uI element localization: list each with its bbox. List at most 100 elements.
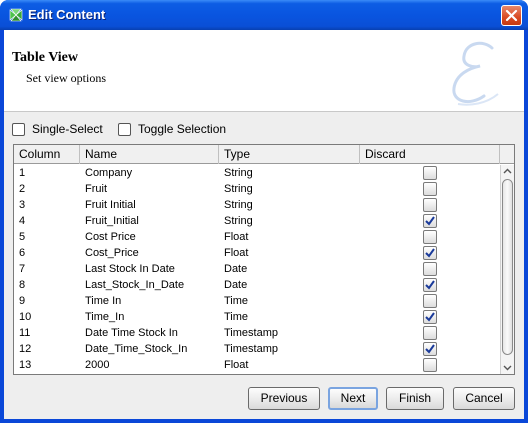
column-header-discard[interactable]: Discard [360,145,500,164]
cell-name: Last Stock In Date [85,263,175,275]
cell-type: Float [224,359,249,371]
cell-name: Cost_Price [85,247,139,259]
discard-checkbox[interactable] [423,182,437,196]
table-row[interactable]: 11 Date Time Stock In Timestamp [14,325,500,341]
table-row[interactable]: 7 Last Stock In Date Date [14,261,500,277]
discard-checkbox[interactable] [423,358,437,372]
cell-name: Fruit Initial [85,199,136,211]
app-icon [8,7,24,23]
cell-name: Time In [85,295,122,307]
discard-checkbox[interactable] [423,310,437,324]
columns-table: Column Name Type Discard 1 Company String 2… [13,144,515,375]
page-title: Table View [12,50,78,65]
cell-column-number: 8 [19,279,26,291]
toggle-selection-option[interactable]: Toggle Selection [118,120,226,138]
discard-checkbox[interactable] [423,246,437,260]
discard-checkbox[interactable] [423,198,437,212]
window-title: Edit Content [28,7,106,22]
single-select-option[interactable]: Single-Select [12,120,103,138]
discard-checkbox[interactable] [423,278,437,292]
cell-name: Date Time Stock In [85,327,178,339]
table-row[interactable]: 13 2000 Float [14,357,500,373]
single-select-label: Single-Select [32,122,103,136]
scrollbar-thumb[interactable] [502,179,513,355]
cell-type: String [224,199,253,211]
checkmark-icon [425,344,435,354]
table-row[interactable]: 10 Time_In Time [14,309,500,325]
table-row[interactable]: 9 Time In Time [14,293,500,309]
checkmark-icon [425,312,435,322]
table-row[interactable]: 6 Cost_Price Float [14,245,500,261]
scroll-down-arrow-icon[interactable] [501,361,514,374]
column-header-name[interactable]: Name [80,145,219,164]
cell-name: Date_Time_Stock_In [85,343,188,355]
checkmark-icon [425,216,435,226]
table-row[interactable]: 1 Company String [14,165,500,181]
table-row[interactable]: 4 Fruit_Initial String [14,213,500,229]
cell-name: Fruit_Initial [85,215,139,227]
cell-column-number: 3 [19,199,26,211]
cell-column-number: 5 [19,231,26,243]
next-button[interactable]: Next [328,387,378,410]
cell-column-number: 2 [19,183,26,195]
cell-type: Float [224,247,249,259]
dialog-body: Table View Set view options Single-Selec… [4,30,524,419]
cell-name: Company [85,167,133,179]
cell-column-number: 4 [19,215,26,227]
scroll-up-arrow-icon[interactable] [501,165,514,178]
discard-checkbox[interactable] [423,294,437,308]
close-button[interactable] [501,5,522,26]
cell-type: Date [224,279,248,291]
cell-column-number: 10 [19,311,32,323]
table-row[interactable]: 2 Fruit String [14,181,500,197]
column-header-column[interactable]: Column [14,145,80,164]
table-row[interactable]: 3 Fruit Initial String [14,197,500,213]
cell-name: 2000 [85,359,110,371]
cell-type: String [224,167,253,179]
cell-type: String [224,215,253,227]
discard-checkbox[interactable] [423,230,437,244]
vertical-scrollbar[interactable] [500,165,514,374]
page-subtitle: Set view options [26,71,106,85]
column-header-type[interactable]: Type [219,145,360,164]
header-banner: Table View Set view options [4,30,524,112]
cell-column-number: 13 [19,359,32,371]
finish-button[interactable]: Finish [386,387,444,410]
cell-type: Timestamp [224,327,278,339]
cell-column-number: 6 [19,247,26,259]
toggle-selection-label: Toggle Selection [138,122,227,136]
cancel-button[interactable]: Cancel [453,387,515,410]
checkmark-icon [425,280,435,290]
cell-column-number: 9 [19,295,26,307]
discard-checkbox[interactable] [423,262,437,276]
table-row[interactable]: 12 Date_Time_Stock_In Timestamp [14,341,500,357]
cell-column-number: 7 [19,263,26,275]
discard-checkbox[interactable] [423,342,437,356]
cell-name: Last_Stock_In_Date [85,279,185,291]
discard-checkbox[interactable] [423,166,437,180]
cell-type: String [224,183,253,195]
checkmark-icon [425,248,435,258]
table-header: Column Name Type Discard [14,145,514,164]
cell-name: Time_In [85,311,125,323]
toggle-selection-checkbox[interactable] [118,122,131,136]
table-row[interactable]: 5 Cost Price Float [14,229,500,245]
cell-name: Cost Price [85,231,136,243]
table-body: 1 Company String 2 Fruit String 3 Fruit Initial… [14,165,500,374]
cell-type: Float [224,231,249,243]
cell-type: Time [224,311,249,323]
discard-checkbox[interactable] [423,326,437,340]
edit-content-dialog: Edit Content Table View Set view options [0,0,528,423]
cell-name: Fruit [85,183,107,195]
title-bar[interactable]: Edit Content [0,0,528,30]
cell-column-number: 1 [19,167,26,179]
previous-button[interactable]: Previous [248,387,320,410]
cell-type: Time [224,295,249,307]
cell-column-number: 12 [19,343,32,355]
script-e-watermark-icon [440,34,510,110]
discard-checkbox[interactable] [423,214,437,228]
table-row[interactable]: 8 Last_Stock_In_Date Date [14,277,500,293]
single-select-checkbox[interactable] [12,122,25,136]
cell-column-number: 11 [19,327,31,339]
cell-type: Date [224,263,248,275]
